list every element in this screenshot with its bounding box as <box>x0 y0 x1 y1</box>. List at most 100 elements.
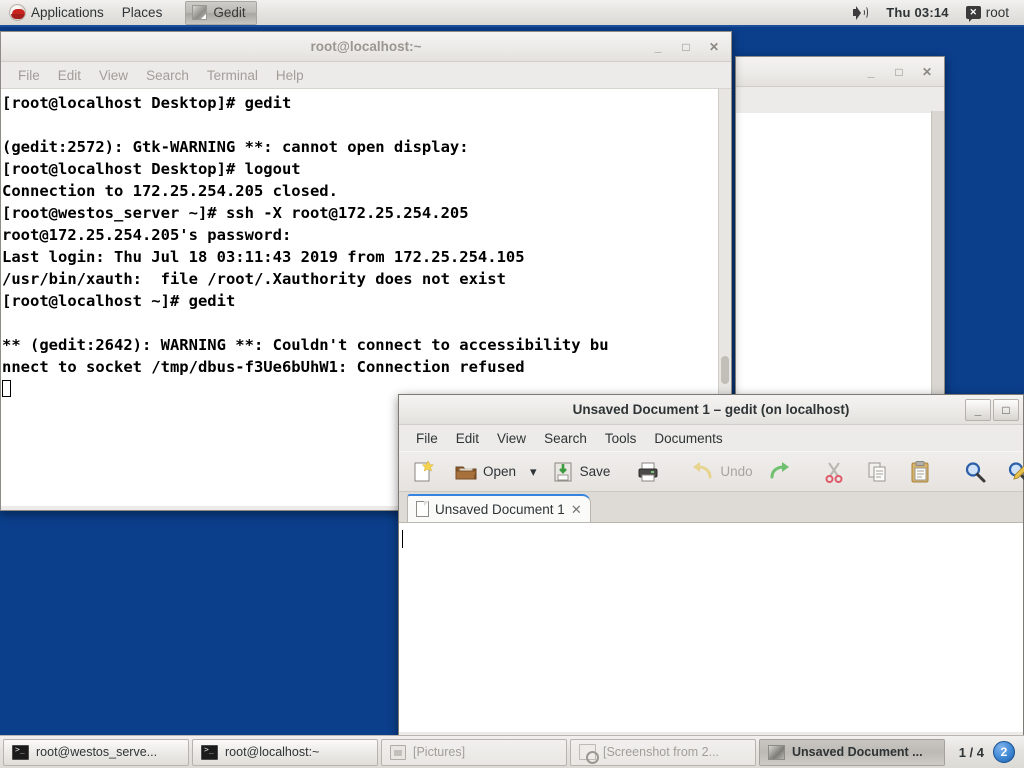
taskbar-item-pictures[interactable]: [Pictures] <box>381 738 567 766</box>
places-menu[interactable]: Places <box>113 0 172 25</box>
copy-icon <box>865 460 889 484</box>
taskbar-item-screenshot[interactable]: [Screenshot from 2... <box>570 738 756 766</box>
user-chat-icon: ✕ <box>965 6 981 22</box>
new-document-button[interactable] <box>405 455 446 488</box>
paste-button[interactable] <box>902 455 943 488</box>
document-icon <box>416 501 429 517</box>
taskbar-item-root-westos-server[interactable]: root@westos_serve... <box>3 738 189 766</box>
scissors-icon <box>822 460 846 484</box>
chevron-down-icon: ▾ <box>530 463 537 479</box>
menu-help[interactable]: Help <box>267 62 313 88</box>
undo-label: Undo <box>720 464 753 479</box>
gedit-window[interactable]: Unsaved Document 1 – gedit (on localhost… <box>398 394 1024 736</box>
volume-button[interactable] <box>843 0 878 25</box>
search-icon <box>963 460 987 484</box>
gedit-icon <box>768 744 785 760</box>
menu-edit[interactable]: Edit <box>447 425 488 451</box>
redo-icon <box>767 460 791 484</box>
user-label: root <box>985 5 1009 20</box>
undo-button[interactable]: Undo <box>685 455 758 488</box>
maximize-icon[interactable]: □ <box>886 61 912 83</box>
maximize-icon[interactable]: □ <box>673 36 699 58</box>
speaker-icon <box>852 5 869 20</box>
menu-search[interactable]: Search <box>535 425 596 451</box>
gedit-icon <box>192 5 208 20</box>
terminal-cursor <box>2 380 11 397</box>
menu-documents[interactable]: Documents <box>645 425 731 451</box>
undo-icon <box>691 460 715 484</box>
replace-button[interactable] <box>1000 455 1024 488</box>
applications-menu[interactable]: Applications <box>0 0 113 25</box>
taskbar: root@westos_serve... root@localhost:~ [P… <box>0 735 1024 768</box>
open-button[interactable]: Open <box>448 455 522 488</box>
tab-close-icon[interactable]: ✕ <box>571 503 582 516</box>
copy-button[interactable] <box>859 455 900 488</box>
menu-view[interactable]: View <box>488 425 535 451</box>
redo-button[interactable] <box>761 455 802 488</box>
save-label: Save <box>579 464 611 479</box>
close-icon[interactable]: ✕ <box>914 61 940 83</box>
gedit-menubar: File Edit View Search Tools Documents <box>399 425 1023 451</box>
clock[interactable]: Thu 03:14 <box>878 0 956 25</box>
taskbar-item-unsaved-document[interactable]: Unsaved Document ... <box>759 738 945 766</box>
cut-button[interactable] <box>816 455 857 488</box>
folder-open-icon <box>454 460 478 484</box>
terminal-scrollbar-thumb[interactable] <box>721 356 729 384</box>
top-panel-window-label: Gedit <box>213 5 246 20</box>
taskbar-item-root-localhost[interactable]: root@localhost:~ <box>192 738 378 766</box>
save-icon <box>551 460 575 484</box>
menu-edit[interactable]: Edit <box>49 62 90 88</box>
taskbar-item-label: [Pictures] <box>413 745 466 759</box>
printer-icon <box>636 460 660 484</box>
minimize-icon[interactable]: _ <box>645 36 671 58</box>
text-caret <box>402 530 403 548</box>
find-button[interactable] <box>957 455 998 488</box>
workspace-label: 1 / 4 <box>958 744 984 760</box>
menu-file[interactable]: File <box>9 62 49 88</box>
gedit-editor-area[interactable] <box>399 523 1023 732</box>
open-label: Open <box>483 464 517 479</box>
folder-icon <box>390 744 406 760</box>
gedit-title: Unsaved Document 1 – gedit (on localhost… <box>572 402 850 417</box>
menu-terminal[interactable]: Terminal <box>198 62 267 88</box>
terminal-titlebar[interactable]: root@localhost:~ _ □ ✕ <box>1 32 731 62</box>
clock-label: Thu 03:14 <box>886 5 949 20</box>
taskbar-item-label: root@westos_serve... <box>36 745 158 759</box>
terminal-icon <box>201 744 218 760</box>
print-button[interactable] <box>630 455 671 488</box>
menu-search[interactable]: Search <box>137 62 198 88</box>
find-replace-icon <box>1006 460 1024 484</box>
background-window-titlebar[interactable]: _ □ ✕ <box>736 57 944 87</box>
screen: _ □ ✕ root@localhost:~ _ □ ✕ File Edit V… <box>0 0 1024 768</box>
minimize-icon[interactable]: _ <box>965 399 991 421</box>
open-dropdown-button[interactable]: ▾ <box>524 455 543 488</box>
gedit-tab-bar: Unsaved Document 1 ✕ <box>399 492 1023 523</box>
user-menu[interactable]: ✕ root <box>957 0 1018 25</box>
taskbar-item-label: Unsaved Document ... <box>792 745 923 759</box>
top-panel-right: Thu 03:14 ✕ root <box>843 0 1024 25</box>
workspace-badge[interactable]: 2 <box>993 741 1015 763</box>
maximize-icon[interactable]: □ <box>993 399 1019 421</box>
paste-icon <box>908 460 932 484</box>
places-label: Places <box>121 5 163 20</box>
menu-tools[interactable]: Tools <box>596 425 646 451</box>
background-window-buttons: _ □ ✕ <box>858 57 940 87</box>
terminal-icon <box>12 744 29 760</box>
workspace-indicator[interactable]: 1 / 4 2 <box>959 741 1021 763</box>
terminal-output-text: [root@localhost Desktop]# gedit (gedit:2… <box>2 94 609 376</box>
tab-label: Unsaved Document 1 <box>435 501 565 517</box>
applications-label: Applications <box>31 5 104 20</box>
tab-unsaved-document-1[interactable]: Unsaved Document 1 ✕ <box>407 494 591 522</box>
gedit-titlebar[interactable]: Unsaved Document 1 – gedit (on localhost… <box>399 395 1023 425</box>
top-panel-window-button-gedit[interactable]: Gedit <box>185 0 257 25</box>
terminal-title: root@localhost:~ <box>310 39 422 54</box>
taskbar-item-label: root@localhost:~ <box>225 745 320 759</box>
terminal-menubar: File Edit View Search Terminal Help <box>1 62 731 88</box>
menu-view[interactable]: View <box>90 62 137 88</box>
minimize-icon[interactable]: _ <box>858 61 884 83</box>
save-button[interactable]: Save <box>545 455 617 488</box>
terminal-window-buttons: _ □ ✕ <box>645 32 727 62</box>
menu-file[interactable]: File <box>407 425 447 451</box>
screenshot-icon <box>579 744 599 764</box>
close-icon[interactable]: ✕ <box>701 36 727 58</box>
